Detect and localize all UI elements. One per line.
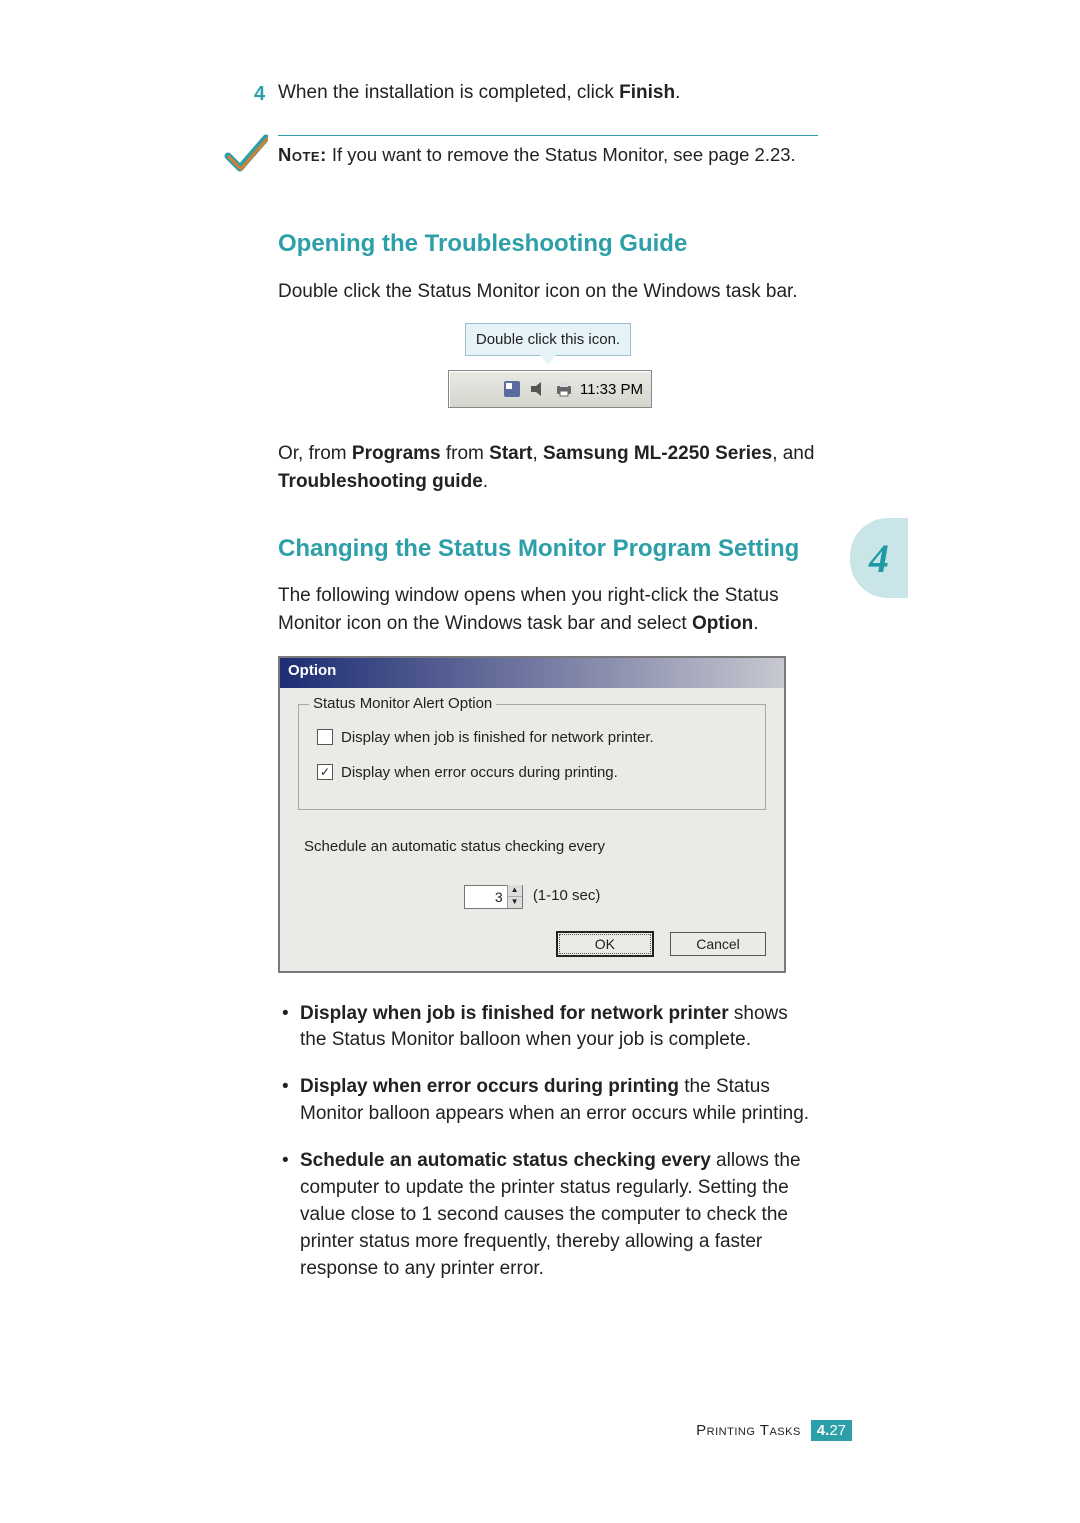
tray-app-icon <box>502 379 522 399</box>
systray-figure: Double click this icon. 11:33 PM <box>448 323 648 408</box>
tooltip-box: Double click this icon. <box>465 323 631 356</box>
interval-spinner[interactable]: 3 ▲ ▼ <box>464 885 523 909</box>
footer-section-label: Printing Tasks <box>696 1422 801 1439</box>
bullet-schedule: Schedule an automatic status checking ev… <box>278 1148 818 1283</box>
step-text-pre: When the installation is completed, clic… <box>278 82 619 103</box>
note-text: If you want to remove the Status Monitor… <box>327 144 796 165</box>
bullet-job-finished: Display when job is finished for network… <box>278 1001 818 1055</box>
note-label: Note: <box>278 144 327 165</box>
section2-intro: The following window opens when you righ… <box>278 582 818 637</box>
chapter-side-tab: 4 <box>850 518 908 598</box>
checkbox-job-finished[interactable] <box>317 729 333 745</box>
cancel-button[interactable]: Cancel <box>670 932 766 956</box>
section1-intro: Double click the Status Monitor icon on … <box>278 278 818 306</box>
feature-bullets: Display when job is finished for network… <box>278 1001 818 1284</box>
bullet-error-occurs: Display when error occurs during printin… <box>278 1074 818 1128</box>
ok-button[interactable]: OK <box>556 931 654 957</box>
systray: 11:33 PM <box>448 370 652 408</box>
checkbox-error-occurs[interactable]: ✓ <box>317 764 333 780</box>
footer-page-box: 4.27 <box>811 1420 852 1441</box>
checkmark-icon <box>224 132 268 176</box>
step-4-line: 4 When the installation is completed, cl… <box>278 80 818 107</box>
checkbox-job-finished-label: Display when job is finished for network… <box>341 729 654 746</box>
note-row: Note: If you want to remove the Status M… <box>278 142 818 169</box>
checkbox-error-occurs-label: Display when error occurs during printin… <box>341 764 618 781</box>
spinner-up-icon[interactable]: ▲ <box>508 885 522 897</box>
spinner-value: 3 <box>465 889 507 905</box>
heading-troubleshooting: Opening the Troubleshooting Guide <box>278 228 818 259</box>
schedule-label: Schedule an automatic status checking ev… <box>304 838 766 855</box>
step-text-post: . <box>675 82 680 103</box>
note-divider <box>278 135 818 136</box>
spinner-range: (1-10 sec) <box>533 887 601 904</box>
tray-volume-icon <box>528 379 548 399</box>
spinner-down-icon[interactable]: ▼ <box>508 897 522 908</box>
side-tab-number: 4 <box>869 535 889 582</box>
systray-time: 11:33 PM <box>580 381 643 398</box>
dialog-titlebar: Option <box>280 658 784 688</box>
step-number: 4 <box>254 80 265 108</box>
step-text-bold: Finish <box>619 82 675 103</box>
page-footer: Printing Tasks 4.27 <box>696 1420 852 1441</box>
tray-printer-icon <box>554 379 574 399</box>
alert-option-groupbox: Status Monitor Alert Option Display when… <box>298 704 766 810</box>
section1-alt-path: Or, from Programs from Start, Samsung ML… <box>278 440 818 495</box>
tooltip-tail-icon <box>540 355 556 365</box>
groupbox-legend: Status Monitor Alert Option <box>309 695 496 712</box>
heading-status-monitor-setting: Changing the Status Monitor Program Sett… <box>278 533 818 564</box>
option-dialog: Option Status Monitor Alert Option Displ… <box>278 656 786 973</box>
